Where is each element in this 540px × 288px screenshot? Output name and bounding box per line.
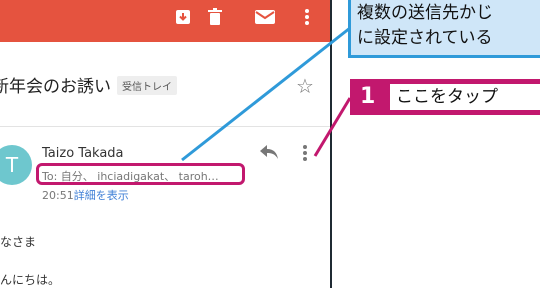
explanation-callout: 複数の送信先かじ に設定されている	[348, 0, 540, 58]
step-number: 1	[360, 84, 376, 109]
step-callout: 1 ここをタップ	[350, 79, 540, 115]
step-leader-line	[313, 97, 352, 157]
callout-line: に設定されている	[357, 28, 493, 48]
step-instruction: ここをタップ	[390, 84, 540, 110]
callout-line: 複数の送信先かじ	[357, 3, 493, 23]
